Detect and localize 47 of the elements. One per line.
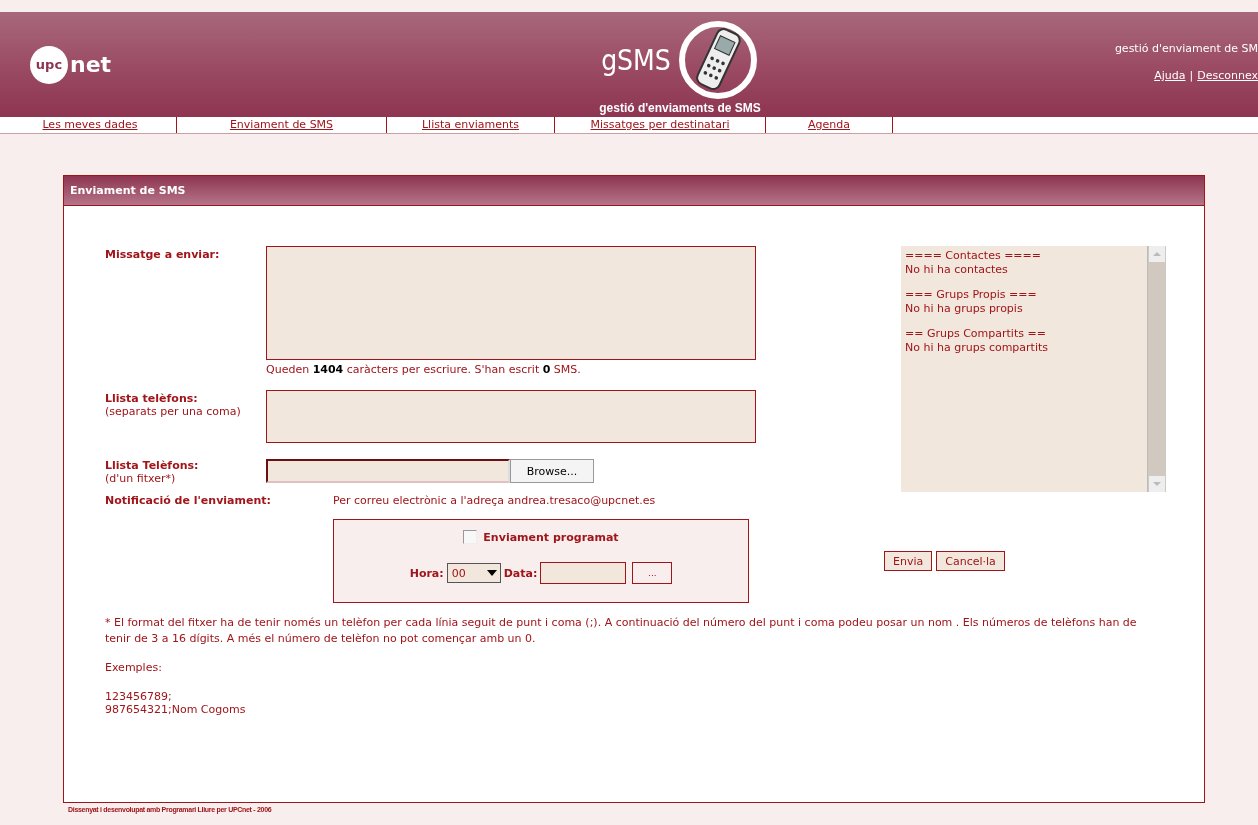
app-subtitle: gestió d'enviaments de SMS [599, 101, 761, 115]
field-label: Notificació de l'enviament: [105, 494, 272, 507]
list-heading: == Grups Compartits == [905, 327, 1047, 340]
checkbox-label: Enviament programat [483, 530, 619, 544]
nav-link[interactable]: Agenda [766, 117, 893, 133]
app-title: gSMS [601, 43, 671, 77]
example-line: 987654321;Nom Cogoms [105, 703, 247, 716]
character-counter: Queden 1404 caràcters per escriure. S'han escrit 0 SMS. [266, 363, 582, 376]
date-field[interactable] [540, 562, 627, 584]
list-heading: === Grups Propis === [905, 288, 1038, 301]
nav-link[interactable]: Llista enviaments [387, 117, 555, 133]
logo-text: net [70, 52, 112, 77]
field-label: Data: [503, 566, 538, 580]
field-label: Hora: [409, 566, 444, 580]
nav-link[interactable]: Enviament de SMS [177, 117, 387, 133]
field-label: Llista Telèfons: [105, 459, 200, 472]
logo-badge: upc [30, 45, 68, 84]
list-text: No hi ha grups propis [905, 302, 1024, 315]
header-link[interactable]: Ajuda [1154, 69, 1186, 82]
field-hint: (d'un fitxer*) [105, 472, 177, 485]
phone-icon [676, 19, 759, 101]
message-field[interactable] [266, 246, 756, 360]
link-separator: | [1189, 69, 1194, 82]
date-picker-button[interactable]: ... [632, 562, 673, 584]
panel-title: Enviament de SMS [64, 176, 1204, 206]
nav-link[interactable]: Missatges per destinatari [555, 117, 766, 133]
examples-label: Exemples: [105, 661, 163, 674]
notification-text: Per correu electrònic a l'adreça andrea.tresaco@upcnet.es [333, 494, 656, 507]
format-note: * El format del fitxer ha de tenir només un telèfon per cada línia seguit de punt i coma (;). A continuació del número del punt i coma podeu posar un nom . Els números de telèfons han de tenir de 3 a 16 dígits. A més el número de telèfon no pot començar amb un 0. [105, 615, 1138, 647]
list-text: No hi ha grups compartits [905, 341, 1050, 354]
tagline: gestió d'enviament de SM [1114, 42, 1258, 55]
header-link[interactable]: Desconnex [1197, 69, 1258, 82]
list-text: No hi ha contactes [905, 263, 1009, 276]
hour-select[interactable]: 00 [446, 563, 501, 583]
browse-button[interactable]: Browse... [510, 459, 594, 483]
form-button[interactable]: Envia [884, 551, 933, 571]
field-hint: (separats per una coma) [105, 405, 242, 418]
field-label: Missatge a enviar: [105, 248, 221, 261]
form-button[interactable]: Cancel·la [936, 551, 1005, 571]
phones-field[interactable] [266, 390, 756, 443]
file-field[interactable] [266, 459, 510, 483]
field-label: Llista telèfons: [105, 392, 199, 405]
contacts-list[interactable]: ==== Contactes ==== No hi ha contactes === Grups Propis === No hi ha grups propis == Grups Compartits == No hi ha grups compartits [901, 246, 1166, 492]
nav-link[interactable]: Les meves dades [4, 117, 177, 133]
list-heading: ==== Contactes ==== [905, 249, 1043, 262]
example-line: 123456789; [105, 690, 173, 703]
checkbox[interactable] [463, 530, 478, 544]
